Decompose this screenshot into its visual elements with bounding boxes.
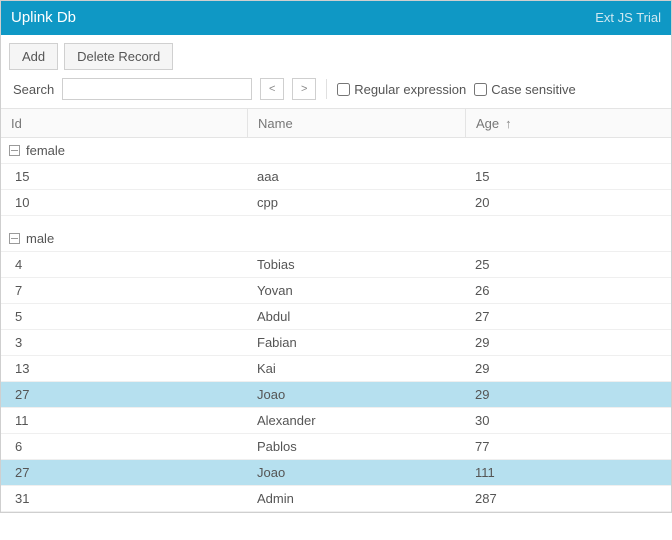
search-label: Search <box>13 82 54 97</box>
column-header-name[interactable]: Name <box>247 109 465 137</box>
cell-name: Joao <box>247 465 465 480</box>
grid-body: female15aaa1510cpp20male4Tobias257Yovan2… <box>1 138 671 512</box>
cell-age: 27 <box>465 309 671 324</box>
search-prev-button[interactable]: < <box>260 78 284 100</box>
cell-age: 287 <box>465 491 671 506</box>
cell-id: 27 <box>1 387 247 402</box>
case-checkbox[interactable] <box>474 83 487 96</box>
cell-id: 5 <box>1 309 247 324</box>
search-next-button[interactable]: > <box>292 78 316 100</box>
cell-id: 4 <box>1 257 247 272</box>
add-button[interactable]: Add <box>9 43 58 70</box>
cell-age: 29 <box>465 361 671 376</box>
collapse-icon[interactable] <box>9 233 20 244</box>
cell-name: cpp <box>247 195 465 210</box>
cell-age: 26 <box>465 283 671 298</box>
cell-age: 77 <box>465 439 671 454</box>
cell-name: Abdul <box>247 309 465 324</box>
trial-label: Ext JS Trial <box>595 1 661 35</box>
cell-name: Kai <box>247 361 465 376</box>
cell-id: 15 <box>1 169 247 184</box>
group-spacer <box>1 216 671 226</box>
table-row[interactable]: 27Joao111 <box>1 460 671 486</box>
group-header[interactable]: male <box>1 226 671 252</box>
cell-age: 30 <box>465 413 671 428</box>
table-row[interactable]: 7Yovan26 <box>1 278 671 304</box>
regex-option[interactable]: Regular expression <box>337 82 466 97</box>
panel: Uplink Db Ext JS Trial Add Delete Record… <box>0 0 672 513</box>
cell-age: 29 <box>465 335 671 350</box>
cell-id: 10 <box>1 195 247 210</box>
cell-id: 3 <box>1 335 247 350</box>
case-label: Case sensitive <box>491 82 576 97</box>
cell-name: Joao <box>247 387 465 402</box>
table-row[interactable]: 10cpp20 <box>1 190 671 216</box>
cell-age: 25 <box>465 257 671 272</box>
table-row[interactable]: 27Joao29 <box>1 382 671 408</box>
cell-age: 20 <box>465 195 671 210</box>
cell-name: Fabian <box>247 335 465 350</box>
group-header[interactable]: female <box>1 138 671 164</box>
search-bar: Search < > Regular expression Case sensi… <box>1 74 671 108</box>
search-input[interactable] <box>62 78 252 100</box>
cell-id: 31 <box>1 491 247 506</box>
table-row[interactable]: 3Fabian29 <box>1 330 671 356</box>
cell-age: 29 <box>465 387 671 402</box>
cell-id: 27 <box>1 465 247 480</box>
table-row[interactable]: 11Alexander30 <box>1 408 671 434</box>
cell-name: Tobias <box>247 257 465 272</box>
cell-age: 15 <box>465 169 671 184</box>
group-label: female <box>26 143 65 158</box>
table-row[interactable]: 15aaa15 <box>1 164 671 190</box>
cell-id: 11 <box>1 413 247 428</box>
table-row[interactable]: 13Kai29 <box>1 356 671 382</box>
grid-header: Id Name Age ↑ <box>1 108 671 138</box>
table-row[interactable]: 6Pablos77 <box>1 434 671 460</box>
cell-name: Admin <box>247 491 465 506</box>
panel-header: Uplink Db Ext JS Trial <box>1 1 671 35</box>
cell-age: 111 <box>465 465 671 480</box>
cell-name: aaa <box>247 169 465 184</box>
cell-id: 7 <box>1 283 247 298</box>
cell-id: 6 <box>1 439 247 454</box>
column-header-id[interactable]: Id <box>1 109 247 137</box>
separator <box>326 79 327 99</box>
sort-asc-icon: ↑ <box>505 116 512 131</box>
regex-checkbox[interactable] <box>337 83 350 96</box>
table-row[interactable]: 31Admin287 <box>1 486 671 512</box>
column-header-age[interactable]: Age ↑ <box>465 109 671 137</box>
group-label: male <box>26 231 54 246</box>
regex-label: Regular expression <box>354 82 466 97</box>
cell-name: Alexander <box>247 413 465 428</box>
cell-name: Yovan <box>247 283 465 298</box>
delete-record-button[interactable]: Delete Record <box>64 43 173 70</box>
case-option[interactable]: Case sensitive <box>474 82 576 97</box>
toolbar: Add Delete Record <box>1 35 671 74</box>
collapse-icon[interactable] <box>9 145 20 156</box>
table-row[interactable]: 5Abdul27 <box>1 304 671 330</box>
cell-id: 13 <box>1 361 247 376</box>
cell-name: Pablos <box>247 439 465 454</box>
panel-title: Uplink Db <box>11 1 76 35</box>
table-row[interactable]: 4Tobias25 <box>1 252 671 278</box>
